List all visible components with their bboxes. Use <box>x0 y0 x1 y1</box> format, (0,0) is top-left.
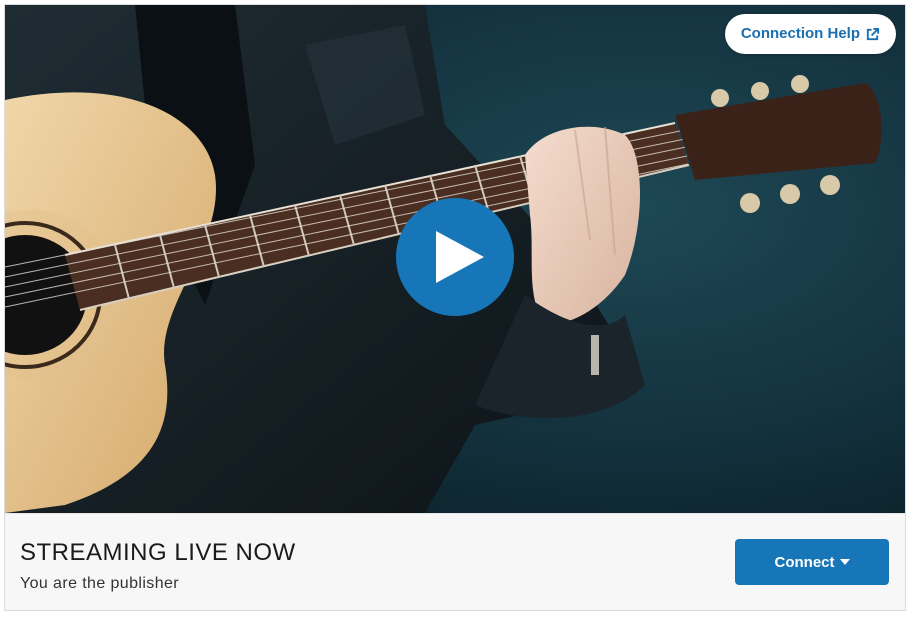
connect-label: Connect <box>774 553 835 571</box>
stream-card: Connection Help STREAMING LIVE NOW You a… <box>4 4 906 611</box>
caret-down-icon <box>839 559 850 565</box>
publisher-role-text: You are the publisher <box>20 575 180 592</box>
video-preview[interactable]: Connection Help <box>5 5 905 513</box>
connection-help-label: Connection Help <box>740 25 860 42</box>
connect-button[interactable]: Connect <box>735 539 889 585</box>
stream-footer: STREAMING LIVE NOW You are the publisher… <box>5 513 905 610</box>
external-link-icon <box>866 27 880 40</box>
play-button[interactable] <box>396 198 514 316</box>
stream-status-title: STREAMING LIVE NOW <box>20 539 296 566</box>
connection-help-button[interactable]: Connection Help <box>724 14 896 54</box>
play-icon <box>436 231 484 283</box>
